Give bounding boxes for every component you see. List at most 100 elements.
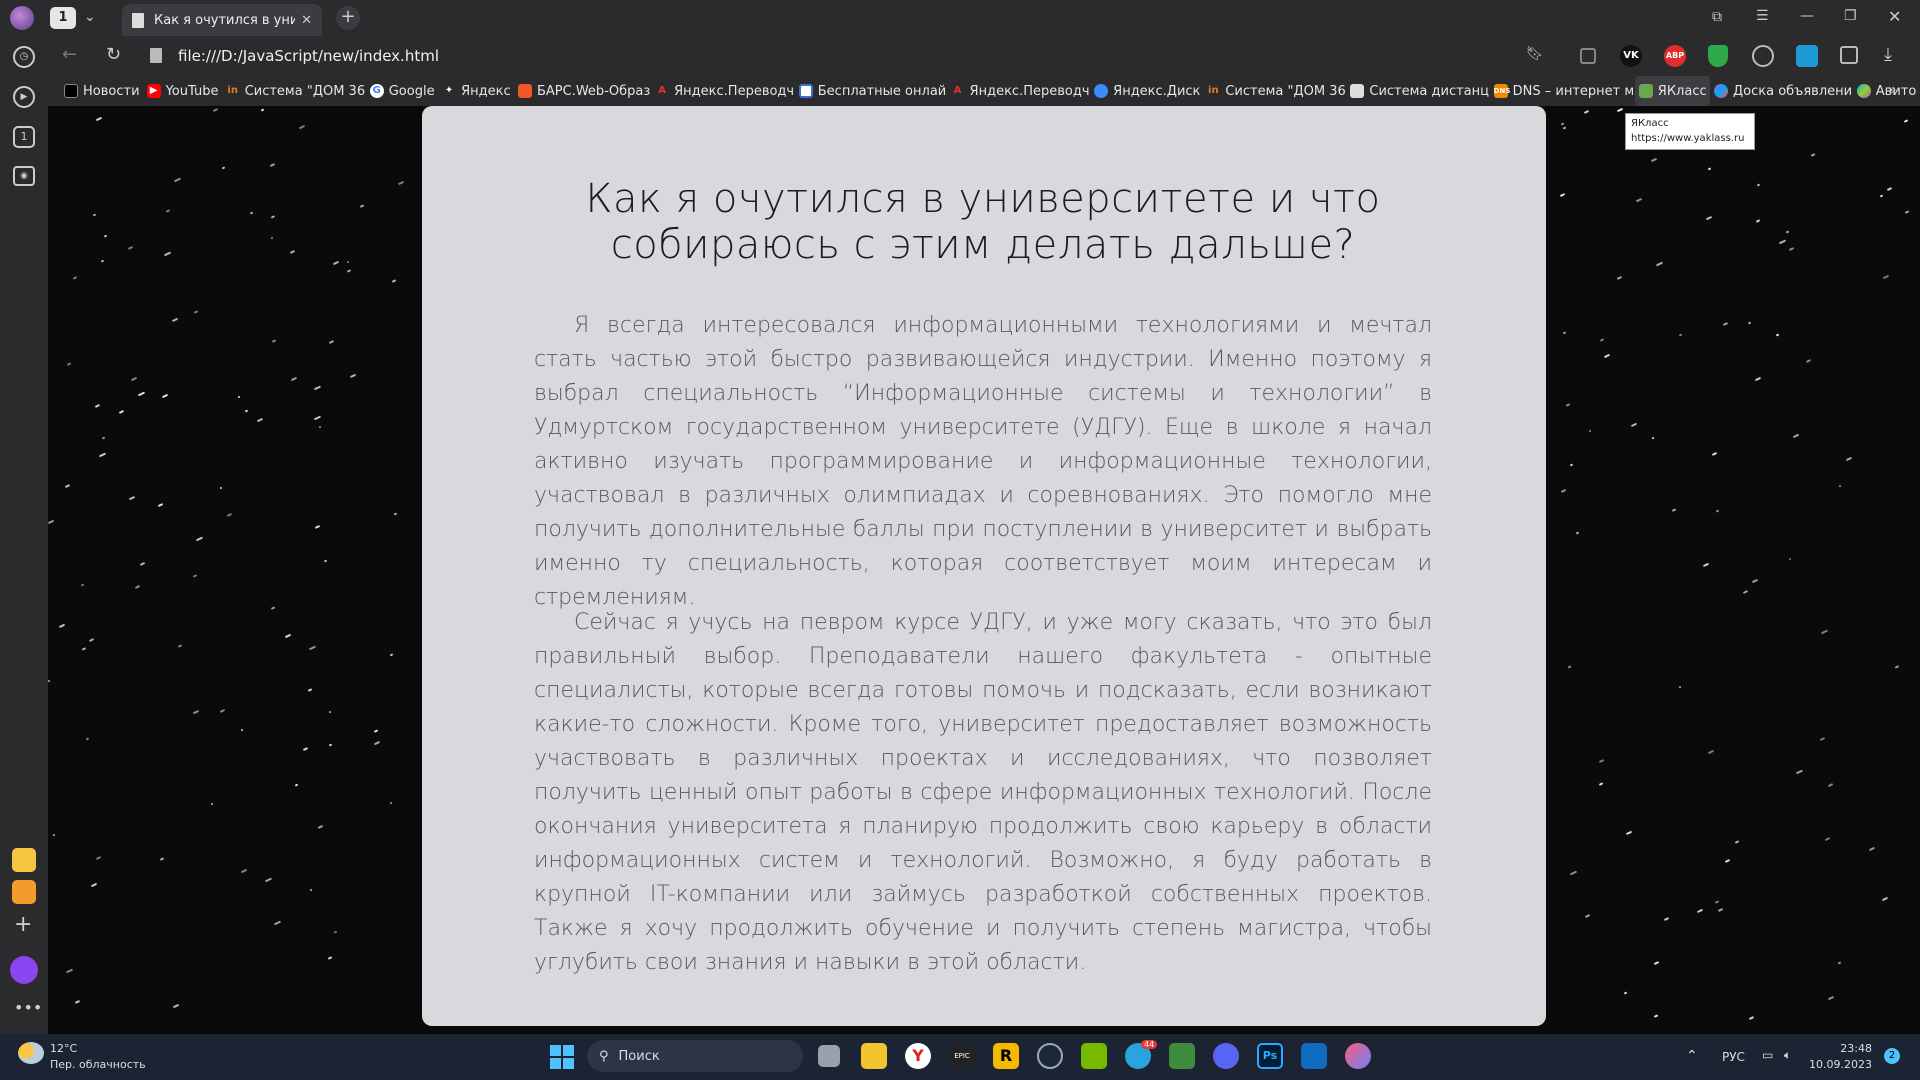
bookmark-board[interactable]: Доска объявлени	[1710, 76, 1853, 106]
close-window-button[interactable]: ✕	[1888, 7, 1901, 26]
network-icon[interactable]: ▭	[1762, 1048, 1773, 1062]
volume-icon[interactable]: 🔈︎	[1784, 1048, 1791, 1063]
clock-date[interactable]: 10.09.2023	[1806, 1058, 1872, 1071]
bookmark-dom36[interactable]: in Система "ДОМ 36	[222, 76, 366, 106]
star-particle	[219, 708, 225, 713]
telegram-badge: 44	[1141, 1040, 1158, 1049]
discord-icon[interactable]	[1213, 1043, 1239, 1069]
star-particle	[65, 968, 73, 974]
star-particle	[1903, 119, 1909, 124]
star-particle	[48, 679, 52, 683]
minecraft-icon[interactable]	[1169, 1043, 1195, 1069]
photoshop-icon[interactable]: Ps	[1257, 1043, 1283, 1069]
star-particle	[1696, 909, 1703, 914]
star-particle	[323, 559, 328, 563]
bookmark-dns[interactable]: DNS DNS – интернет м	[1490, 76, 1635, 106]
play-icon[interactable]: ▶	[13, 86, 35, 108]
address-bar[interactable]: file:///D:/JavaScript/new/index.html	[178, 40, 1548, 72]
more-icon[interactable]: •••	[14, 998, 42, 1017]
tab-group-counter[interactable]: 1	[50, 7, 76, 29]
bookmark-free-online[interactable]: Бесплатные онлай	[795, 76, 947, 106]
bookmark-youtube[interactable]: ▶ YouTube	[143, 76, 222, 106]
more-bookmarks-icon[interactable]: »	[1888, 82, 1897, 98]
chevron-down-icon[interactable]: ⌄	[84, 9, 96, 25]
page-info-icon[interactable]	[150, 48, 162, 63]
star-particle	[1705, 215, 1713, 220]
shield-extension-icon[interactable]	[1708, 45, 1728, 67]
star-particle	[1567, 665, 1571, 669]
yandex-browser-icon[interactable]: Y	[905, 1043, 931, 1069]
itunes-icon[interactable]	[1345, 1043, 1371, 1069]
tab-active[interactable]: Как я очутился в униве ✕	[122, 4, 322, 36]
add-panel-icon[interactable]: +	[14, 912, 32, 937]
star-particle	[314, 385, 322, 391]
star-particle	[1650, 158, 1657, 163]
bookmark-dom36-2[interactable]: in Система "ДОМ 36	[1202, 76, 1346, 106]
language-indicator[interactable]: РУС	[1722, 1050, 1745, 1064]
weather-icon[interactable]	[18, 1042, 44, 1064]
bookmark-translate-2[interactable]: A Яндекс.Переводч	[947, 76, 1091, 106]
notification-count[interactable]: 2	[1884, 1048, 1900, 1064]
collections-icon[interactable]	[1840, 46, 1858, 64]
steam-icon[interactable]	[1037, 1043, 1063, 1069]
star-particle	[1747, 321, 1752, 325]
star-particle	[129, 496, 136, 501]
star-particle	[1754, 376, 1761, 381]
start-button[interactable]	[550, 1045, 574, 1069]
star-particle	[374, 728, 379, 733]
star-particle	[1756, 219, 1761, 223]
file-explorer-icon[interactable]	[861, 1043, 887, 1069]
download-icon[interactable]: ⤓	[1884, 44, 1892, 65]
bookmark-bars[interactable]: БАРС.Web-Образ	[514, 76, 651, 106]
reader-icon[interactable]	[1580, 48, 1596, 64]
task-view-icon[interactable]	[818, 1045, 840, 1067]
clock-time[interactable]: 23:48	[1822, 1042, 1872, 1055]
history-icon[interactable]: ◷	[13, 46, 35, 68]
avito-icon	[1856, 84, 1871, 98]
star-particle	[1751, 579, 1758, 584]
adblock-extension-icon[interactable]: ABP	[1664, 45, 1686, 67]
reload-icon[interactable]: ↻	[106, 44, 121, 65]
globe-extension-icon[interactable]	[1752, 45, 1774, 67]
bookmark-google[interactable]: G Google	[366, 76, 438, 106]
minimize-button[interactable]: —	[1800, 8, 1814, 24]
back-icon[interactable]: ←	[62, 44, 77, 65]
star-particle	[1825, 837, 1831, 842]
restore-button[interactable]: ❐	[1844, 8, 1857, 24]
bookmark-yandex-disk[interactable]: Яндекс.Диск	[1090, 76, 1202, 106]
menu-icon[interactable]: ☰	[1756, 8, 1769, 24]
star-particle	[269, 162, 275, 167]
star-particle	[1562, 331, 1566, 335]
bookmark-yandex[interactable]: ✦ Яндекс	[438, 76, 514, 106]
new-tab-button[interactable]: +	[336, 6, 360, 30]
bookmarks-panel-icon[interactable]: ⧉	[1712, 9, 1722, 25]
alice-assistant-icon[interactable]	[10, 956, 38, 984]
weather-temperature[interactable]: 12°C	[50, 1042, 77, 1055]
store-icon[interactable]	[1301, 1043, 1327, 1069]
rockstar-icon[interactable]: R	[993, 1043, 1019, 1069]
weather-description[interactable]: Пер. облачность	[50, 1058, 146, 1071]
bookmark-news[interactable]: Новости	[60, 76, 143, 106]
chevron-up-icon[interactable]: ⌃	[1686, 1048, 1698, 1064]
translate-extension-icon[interactable]	[1796, 45, 1818, 67]
notes-app-icon[interactable]	[12, 848, 36, 872]
star-particle	[1715, 509, 1720, 513]
bookmark-translate-1[interactable]: A Яндекс.Переводч	[651, 76, 795, 106]
close-tab-icon[interactable]: ✕	[301, 13, 312, 28]
star-particle	[1664, 917, 1670, 922]
epic-games-icon[interactable]: EPIC	[949, 1043, 975, 1069]
star-particle	[98, 452, 106, 457]
star-particle	[1598, 758, 1605, 763]
profile-avatar[interactable]	[10, 6, 34, 30]
mail-app-icon[interactable]	[12, 880, 36, 904]
tabs-count-icon[interactable]: 1	[13, 126, 35, 148]
bookmark-avito[interactable]: Авито	[1853, 76, 1920, 106]
nvidia-icon[interactable]	[1081, 1043, 1107, 1069]
screenshot-icon[interactable]: ◉	[13, 166, 35, 186]
star-particle	[260, 108, 265, 112]
taskbar-search[interactable]: ⚲ Поиск	[587, 1040, 803, 1072]
bookmark-distance-system[interactable]: Система дистанц	[1346, 76, 1489, 106]
vk-extension-icon[interactable]: VK	[1620, 45, 1642, 67]
bookmark-yaklass[interactable]: ЯКласс	[1634, 76, 1710, 106]
bookmark-page-icon[interactable]: 🔖︎	[1526, 46, 1544, 62]
